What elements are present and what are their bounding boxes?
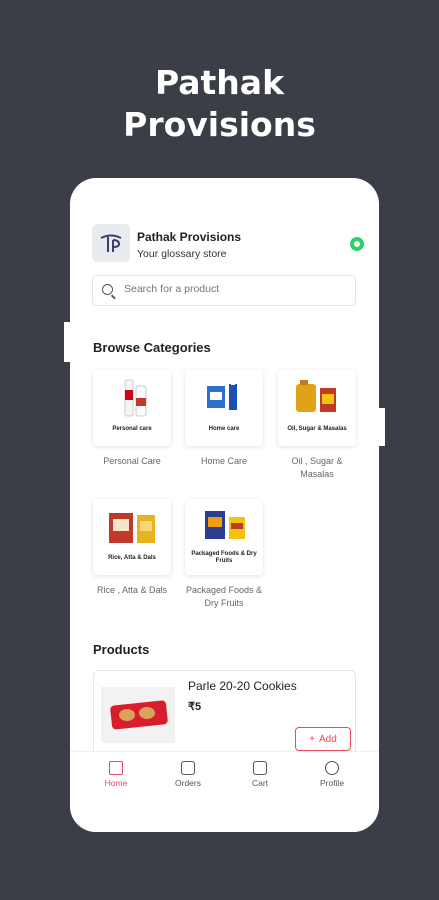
category-home-care[interactable]: Home care Home Care — [179, 370, 269, 468]
product-name: Parle 20-20 Cookies — [188, 679, 297, 693]
search-icon — [102, 284, 113, 295]
nav-profile-label: Profile — [319, 778, 345, 788]
category-name-line2: Masalas — [300, 469, 334, 479]
nav-profile[interactable]: Profile — [302, 761, 362, 788]
phone-screen: Pathak Provisions Your glossary store Br… — [70, 178, 379, 832]
product-card[interactable]: Parle 20-20 Cookies ₹5 + Add — [93, 670, 356, 760]
nav-orders-label: Orders — [175, 778, 201, 788]
category-oil-sugar-masalas[interactable]: Oil, Sugar & Masalas Oil , Sugar & Masal… — [272, 370, 362, 481]
category-card: Home care — [185, 370, 263, 446]
store-name: Pathak Provisions — [137, 230, 242, 244]
category-card: Packaged Foods & Dry Fruits — [185, 499, 263, 575]
products-title: Products — [93, 642, 150, 657]
home-care-image — [207, 380, 237, 410]
category-name-line1: Oil , Sugar & — [291, 456, 343, 466]
add-button-label: Add — [319, 733, 337, 745]
nav-cart-label: Cart — [251, 778, 269, 788]
store-logo — [92, 224, 130, 262]
category-rice-atta-dals[interactable]: Rice, Atta & Dals Rice , Atta & Dals — [87, 499, 177, 597]
rice-atta-dals-image — [109, 513, 155, 543]
oil-sugar-masalas-image — [296, 380, 336, 412]
search-input[interactable] — [124, 283, 344, 295]
packaged-foods-image — [205, 511, 245, 539]
product-image — [101, 687, 175, 743]
category-name: Packaged Foods & Dry Fruits — [179, 584, 269, 610]
category-card-label: Oil, Sugar & Masalas — [287, 426, 347, 432]
add-to-cart-button[interactable]: + Add — [295, 727, 351, 751]
promo-title-line1: Pathak — [154, 63, 285, 102]
category-card: Rice, Atta & Dals — [93, 499, 171, 575]
category-name: Rice , Atta & Dals — [96, 585, 168, 595]
app-header: Pathak Provisions Your glossary store — [92, 224, 364, 266]
product-price: ₹5 — [188, 701, 202, 713]
promo-title-line2: Provisions — [123, 105, 316, 144]
cart-icon — [253, 761, 267, 775]
nav-cart[interactable]: Cart — [230, 761, 290, 788]
category-packaged-foods[interactable]: Packaged Foods & Dry Fruits Packaged Foo… — [179, 499, 269, 610]
category-card: Oil, Sugar & Masalas — [278, 370, 356, 446]
store-tagline: Your glossary store — [137, 248, 227, 260]
profile-icon — [325, 761, 339, 775]
home-icon — [109, 761, 123, 775]
store-logo-icon — [100, 234, 122, 252]
category-name: Personal Care — [103, 456, 161, 466]
orders-icon — [181, 761, 195, 775]
category-name-line1: Packaged Foods & — [185, 585, 263, 595]
category-card-label: Home care — [208, 426, 240, 432]
category-card: Personal care — [93, 370, 171, 446]
nav-home[interactable]: Home — [86, 761, 146, 788]
personal-care-image — [124, 379, 147, 417]
whatsapp-icon[interactable] — [350, 237, 364, 251]
nav-home-label: Home — [104, 778, 128, 788]
category-name-line2: Dry Fruits — [204, 598, 244, 608]
category-personal-care[interactable]: Personal care Personal Care — [87, 370, 177, 468]
browse-categories-title: Browse Categories — [93, 340, 211, 355]
category-name: Home Care — [200, 456, 247, 466]
category-card-label: Personal care — [112, 426, 152, 432]
card-edge-right — [379, 408, 385, 446]
bottom-nav: Home Orders Cart Profile — [70, 751, 379, 832]
category-card-label: Rice, Atta & Dals — [108, 555, 156, 561]
search-bar[interactable] — [92, 275, 356, 306]
category-card-label: Packaged Foods & Dry Fruits — [191, 551, 257, 564]
category-name: Oil , Sugar & Masalas — [272, 455, 362, 481]
plus-icon: + — [309, 733, 316, 745]
promo-title: Pathak Provisions — [0, 62, 439, 146]
nav-orders[interactable]: Orders — [158, 761, 218, 788]
